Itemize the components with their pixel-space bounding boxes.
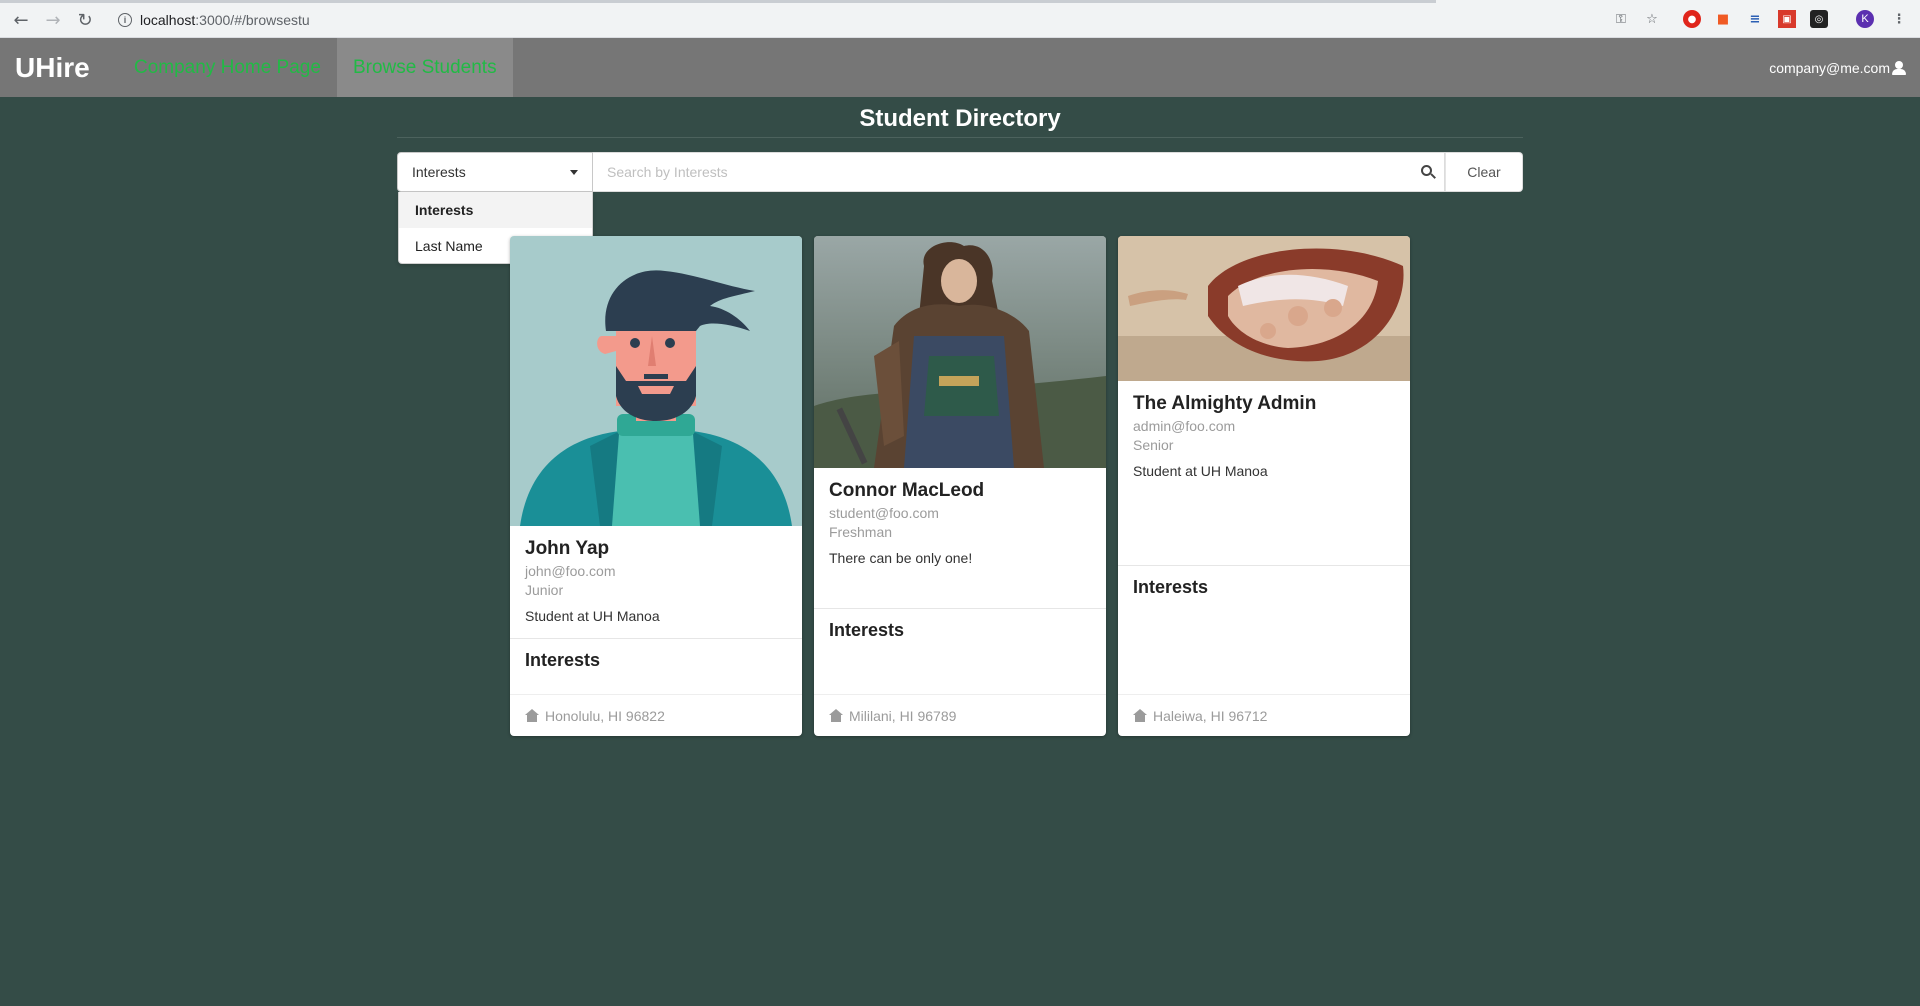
page-load-progress bbox=[0, 0, 1436, 3]
clear-button[interactable]: Clear bbox=[1445, 152, 1523, 192]
interests-heading: Interests bbox=[525, 650, 601, 670]
home-icon bbox=[1133, 709, 1147, 722]
user-menu[interactable]: company@me.com bbox=[1769, 38, 1906, 97]
student-avatar bbox=[510, 236, 802, 526]
location-text: Mililani, HI 96789 bbox=[849, 707, 957, 724]
student-location: Haleiwa, HI 96712 bbox=[1118, 694, 1410, 736]
filter-dropdown-value: Interests bbox=[412, 164, 466, 180]
student-description: There can be only one! bbox=[829, 550, 973, 566]
adblock-extension-icon[interactable]: ● bbox=[1683, 10, 1701, 28]
interests-section: Interests bbox=[1118, 565, 1410, 598]
brand-logo[interactable]: UHire bbox=[0, 38, 118, 97]
student-card[interactable]: Connor MacLeod student@foo.com Freshman … bbox=[814, 236, 1106, 736]
search-bar: Interests Clear bbox=[397, 152, 1523, 192]
address-bar[interactable]: i localhost:3000/#/browsestu bbox=[110, 7, 1628, 33]
student-photo bbox=[1118, 236, 1410, 381]
student-email: john@foo.com bbox=[525, 563, 616, 579]
search-icon[interactable] bbox=[1421, 165, 1436, 180]
dictionary-extension-icon[interactable]: ≡ bbox=[1746, 10, 1764, 28]
reload-icon[interactable]: ↻ bbox=[74, 9, 96, 31]
student-description: Student at UH Manoa bbox=[1133, 463, 1268, 479]
student-email: admin@foo.com bbox=[1133, 418, 1236, 434]
caret-down-icon bbox=[570, 169, 578, 175]
info-icon[interactable]: i bbox=[118, 13, 132, 27]
interests-section: Interests bbox=[510, 638, 802, 671]
interests-heading: Interests bbox=[1133, 577, 1209, 597]
location-text: Honolulu, HI 96822 bbox=[545, 707, 665, 724]
lock-extension-icon[interactable]: ■ bbox=[1714, 10, 1732, 28]
user-email: company@me.com bbox=[1769, 59, 1890, 76]
bookmark-star-icon[interactable]: ☆ bbox=[1643, 10, 1661, 28]
app-navbar: UHire Company Home Page Browse Students … bbox=[0, 38, 1920, 97]
student-year: Junior bbox=[525, 582, 564, 598]
screenshot-extension-icon[interactable]: ◎ bbox=[1810, 10, 1828, 28]
browser-menu-icon[interactable]: ⋮ bbox=[1890, 10, 1908, 28]
nav-browse-students[interactable]: Browse Students bbox=[336, 38, 513, 97]
filter-option-interests[interactable]: Interests bbox=[399, 192, 592, 228]
student-year: Freshman bbox=[829, 524, 893, 540]
student-year: Senior bbox=[1133, 437, 1174, 453]
interests-section: Interests bbox=[814, 608, 1106, 641]
browser-toolbar: ← → ↻ i localhost:3000/#/browsestu ⚿ ☆ ●… bbox=[0, 0, 1920, 38]
filter-dropdown[interactable]: Interests bbox=[397, 152, 593, 192]
student-name: The Almighty Admin bbox=[1133, 393, 1317, 414]
student-email: student@foo.com bbox=[829, 505, 939, 521]
search-input[interactable] bbox=[593, 152, 1445, 192]
home-icon bbox=[525, 709, 539, 722]
divider bbox=[397, 137, 1523, 138]
student-card[interactable]: John Yap john@foo.com Junior Student at … bbox=[510, 236, 802, 736]
student-card[interactable]: The Almighty Admin admin@foo.com Senior … bbox=[1118, 236, 1410, 736]
location-text: Haleiwa, HI 96712 bbox=[1153, 707, 1268, 724]
nav-company-home[interactable]: Company Home Page bbox=[118, 38, 337, 97]
forward-arrow-icon[interactable]: → bbox=[42, 9, 64, 31]
student-photo bbox=[814, 236, 1106, 468]
url-text: localhost:3000/#/browsestu bbox=[140, 12, 310, 28]
student-location: Honolulu, HI 96822 bbox=[510, 694, 802, 736]
student-name: John Yap bbox=[525, 538, 610, 559]
page-title: Student Directory bbox=[859, 105, 1061, 132]
back-arrow-icon[interactable]: ← bbox=[10, 9, 32, 31]
student-description: Student at UH Manoa bbox=[525, 608, 660, 624]
image-extension-icon[interactable]: ▣ bbox=[1778, 10, 1796, 28]
interests-heading: Interests bbox=[829, 620, 905, 640]
home-icon bbox=[829, 709, 843, 722]
user-icon bbox=[1892, 60, 1906, 75]
student-location: Mililani, HI 96789 bbox=[814, 694, 1106, 736]
student-name: Connor MacLeod bbox=[829, 480, 985, 501]
key-icon[interactable]: ⚿ bbox=[1612, 10, 1630, 28]
profile-avatar-icon[interactable]: K bbox=[1856, 10, 1874, 28]
